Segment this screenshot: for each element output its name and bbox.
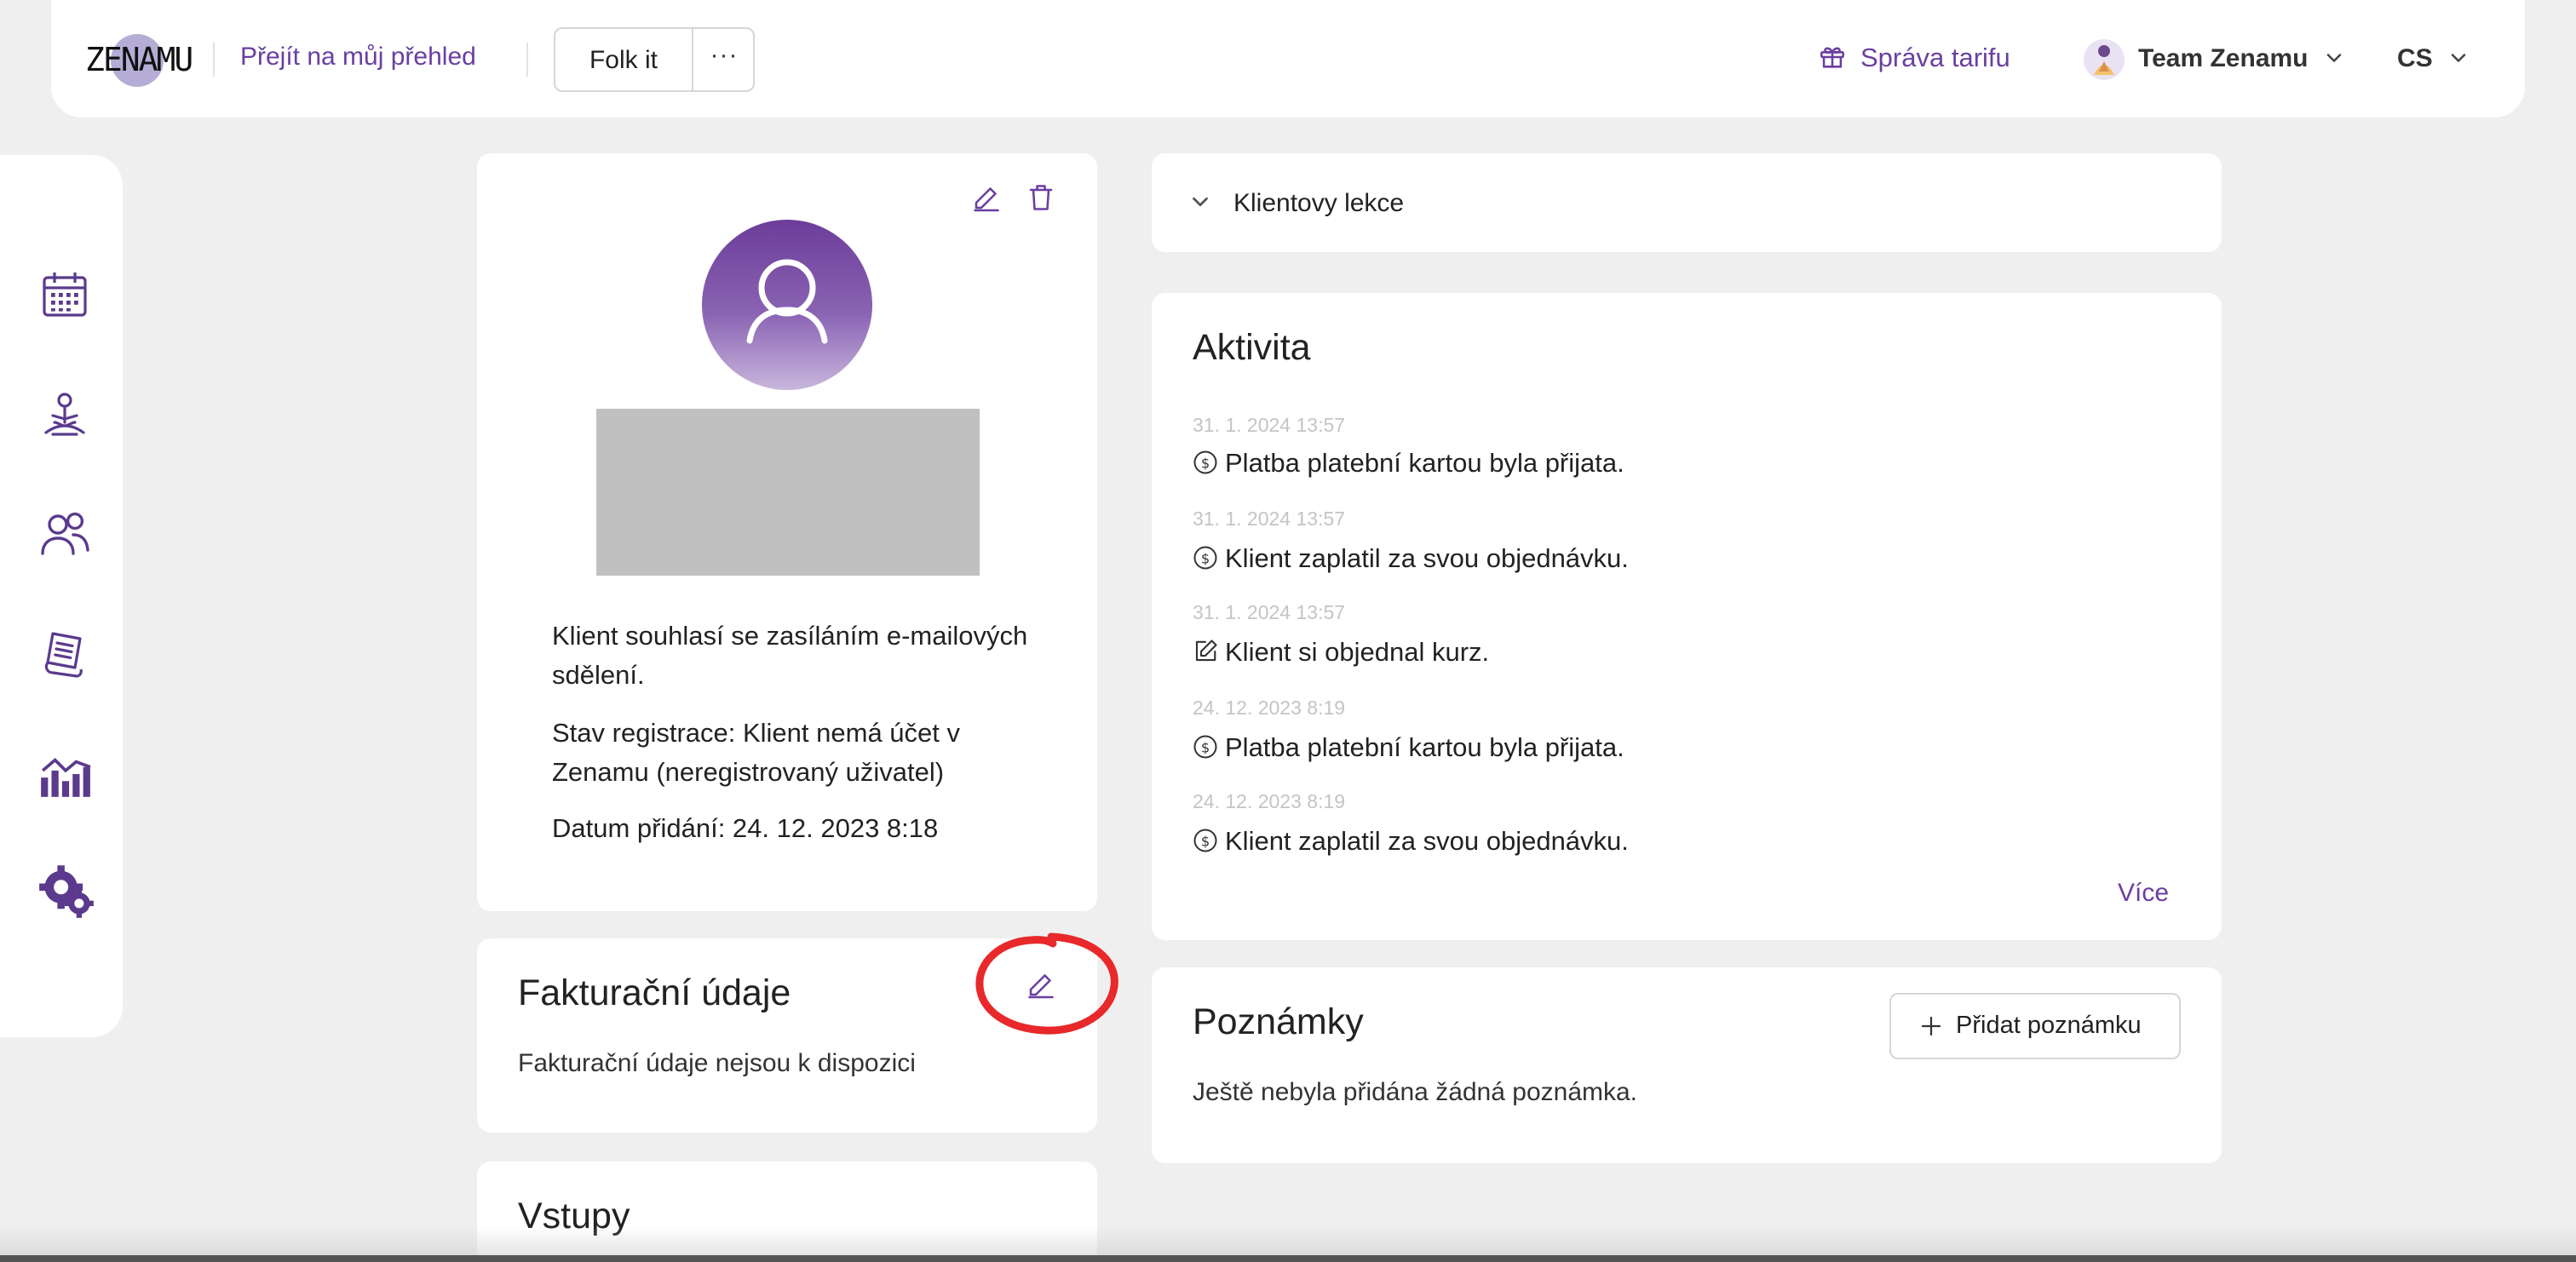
meditation-icon[interactable] (37, 388, 99, 450)
dollar-icon: $ (1193, 545, 1218, 571)
entries-title: Vstupy (518, 1196, 630, 1236)
user-icon (746, 259, 828, 344)
svg-text:$: $ (1201, 455, 1210, 471)
activity-time: 24. 12. 2023 8:19 (1193, 697, 1346, 719)
activity-text: Klient zaplatil za svou objednávku. (1225, 543, 1629, 573)
dollar-icon: $ (1193, 734, 1218, 760)
chevron-down-icon[interactable] (2447, 46, 2470, 70)
client-lessons-label[interactable]: Klientovy lekce (1233, 189, 1404, 218)
billing-title: Fakturační údaje (518, 972, 791, 1013)
redacted-client-details (596, 409, 980, 576)
notes-empty-text: Ještě nebyla přidána žádná poznámka. (1193, 1078, 1638, 1106)
activity-time: 31. 1. 2024 13:57 (1193, 414, 1346, 436)
edit-square-icon (1193, 639, 1218, 664)
my-overview-link[interactable]: Přejít na můj přehled (240, 43, 476, 72)
activity-title: Aktivita (1193, 327, 1311, 368)
registration-status-text: Stav registrace: Klient nemá účet v Zena… (552, 718, 961, 787)
edit-profile-icon[interactable] (971, 182, 1002, 213)
delete-profile-icon[interactable] (1026, 182, 1056, 213)
team-avatar-icon (2084, 39, 2125, 80)
add-note-button[interactable]: Přidat poznámku (1889, 993, 2181, 1059)
chevron-down-icon[interactable] (2322, 46, 2346, 70)
gift-icon (1818, 43, 1847, 72)
dollar-icon: $ (1193, 828, 1218, 853)
plan-management-link[interactable]: Správa tarifu (1860, 43, 2010, 73)
language-selector[interactable]: CS (2397, 44, 2433, 73)
activity-time: 24. 12. 2023 8:19 (1193, 790, 1346, 812)
add-note-label: Přidat poznámku (1956, 1012, 2142, 1039)
plus-icon (1918, 1013, 1944, 1039)
calendar-icon[interactable] (37, 267, 99, 329)
activity-text: Platba platební kartou byla přijata. (1225, 732, 1624, 762)
header-divider (213, 43, 215, 77)
activity-text: Platba platební kartou byla přijata. (1225, 448, 1624, 478)
date-added-text: Datum přidání: 24. 12. 2023 8:18 (552, 813, 939, 843)
settings-icon[interactable] (37, 862, 99, 923)
more-options-button[interactable]: ··· (693, 41, 755, 70)
notes-title: Poznámky (1193, 1001, 1364, 1042)
highlight-circle-annotation (971, 928, 1124, 1047)
svg-text:$: $ (1201, 739, 1210, 755)
window-bottom-edge (0, 1255, 2576, 1262)
billing-empty-text: Fakturační údaje nejsou k dispozici (518, 1049, 916, 1077)
receipt-icon[interactable] (37, 627, 99, 688)
stats-icon[interactable] (37, 746, 99, 807)
zenamu-logo[interactable]: ZENAMU (85, 31, 194, 89)
activity-text: Klient zaplatil za svou objednávku. (1225, 826, 1629, 856)
activity-time: 31. 1. 2024 13:57 (1193, 508, 1346, 530)
team-name[interactable]: Team Zenamu (2138, 44, 2309, 73)
header-divider (526, 43, 528, 77)
activity-text: Klient si objednal kurz. (1225, 637, 1490, 667)
client-name-button[interactable]: Folk it (555, 46, 692, 75)
team-switcher[interactable] (2082, 37, 2126, 80)
svg-text:$: $ (1201, 550, 1210, 566)
activity-time: 31. 1. 2024 13:57 (1193, 601, 1346, 623)
svg-text:$: $ (1201, 833, 1210, 849)
avatar (702, 220, 872, 390)
dollar-icon: $ (1193, 450, 1218, 475)
chevron-down-icon[interactable] (1187, 189, 1213, 215)
email-consent-text: Klient souhlasí se zasíláním e-mailových… (552, 621, 1028, 690)
activity-more-link[interactable]: Více (2118, 879, 2169, 908)
client-button-group: Folk it ··· (554, 27, 755, 92)
users-icon[interactable] (37, 506, 99, 567)
